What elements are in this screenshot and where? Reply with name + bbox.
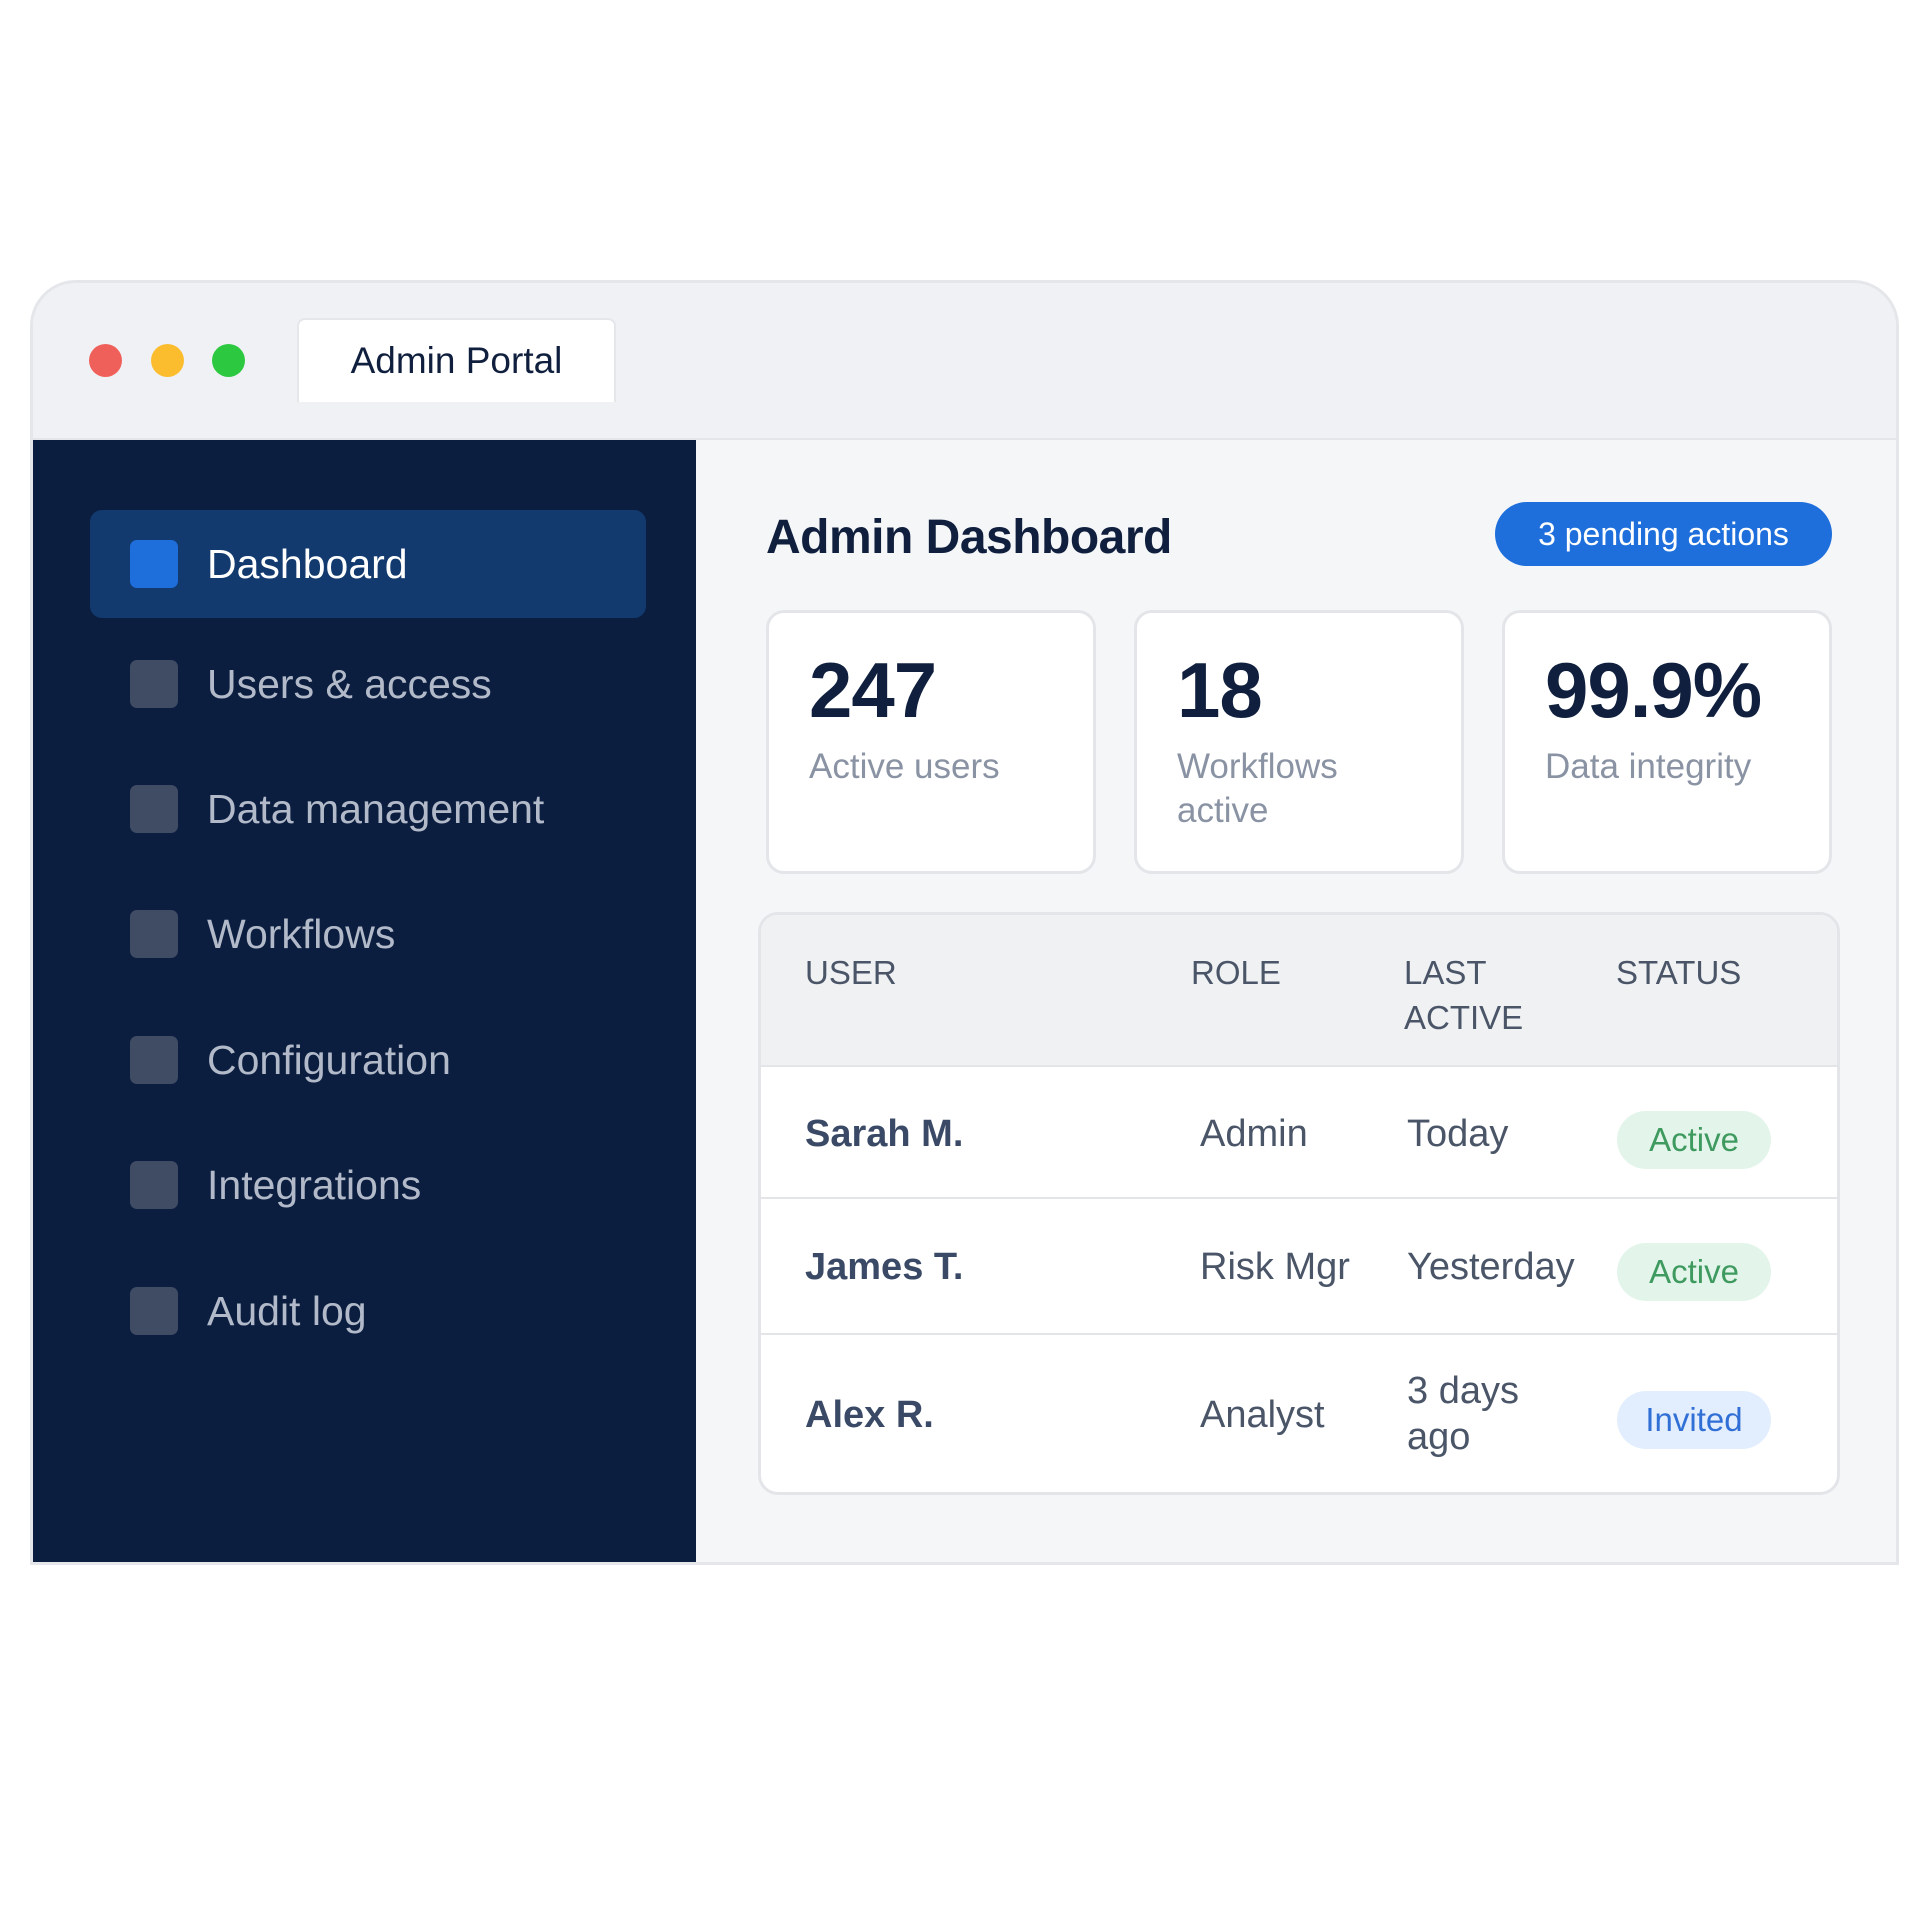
maximize-window-icon[interactable] [212,344,245,377]
dashboard-icon [130,540,178,588]
column-header-role[interactable]: ROLE [1191,951,1281,996]
cell-user: James T. [805,1246,964,1288]
integrations-icon [130,1161,178,1209]
stat-card-data-integrity: 99.9% Data integrity [1502,610,1832,874]
browser-window: Admin Portal Dashboard Users & access Da… [30,280,1899,1565]
stat-card-active-users: 247 Active users [766,610,1096,874]
page-title: Admin Dashboard [766,511,1172,564]
sidebar: Dashboard Users & access Data management… [33,440,696,1562]
column-header-user[interactable]: USER [805,951,897,996]
title-bar: Admin Portal [33,283,1896,438]
cell-last-active: 3 days ago [1407,1370,1519,1458]
cell-user: Alex R. [805,1394,934,1436]
sidebar-item-label: Configuration [207,1036,451,1083]
stat-label: Workflows active [1177,747,1338,830]
sidebar-item-users-access[interactable]: Users & access [90,630,646,738]
sidebar-item-label: Integrations [207,1161,422,1208]
stat-card-workflows-active: 18 Workflows active [1134,610,1464,874]
audit-log-icon [130,1287,178,1335]
workflows-icon [130,910,178,958]
data-icon [130,785,178,833]
column-header-status[interactable]: STATUS [1616,951,1741,996]
cell-user: Sarah M. [805,1113,964,1155]
status-badge: Active [1617,1111,1771,1169]
sidebar-item-label: Workflows [207,910,396,957]
stat-label: Data integrity [1545,747,1752,786]
sidebar-item-configuration[interactable]: Configuration [90,1006,646,1114]
tab-admin-portal[interactable]: Admin Portal [297,318,616,402]
cell-last-active: Yesterday [1407,1246,1575,1288]
close-window-icon[interactable] [89,344,122,377]
sidebar-item-integrations[interactable]: Integrations [90,1131,646,1239]
users-icon [130,660,178,708]
column-header-last-active[interactable]: LAST ACTIVE [1404,951,1534,1040]
sidebar-item-label: Dashboard [207,540,408,587]
sidebar-item-dashboard[interactable]: Dashboard [90,510,646,618]
sidebar-item-workflows[interactable]: Workflows [90,880,646,988]
table-header: USER ROLE LAST ACTIVE STATUS [761,915,1837,1067]
cell-role: Risk Mgr [1200,1246,1350,1288]
app-content: Dashboard Users & access Data management… [33,438,1896,1562]
main-panel: Admin Dashboard 3 pending actions 247 Ac… [696,440,1896,1562]
cell-role: Analyst [1200,1394,1325,1436]
sidebar-item-label: Users & access [207,660,492,707]
tab-label: Admin Portal [350,340,563,381]
sidebar-item-audit-log[interactable]: Audit log [90,1257,646,1365]
cell-role: Admin [1200,1113,1308,1155]
stat-value: 247 [809,646,937,734]
sidebar-item-label: Audit log [207,1287,367,1334]
stat-value: 99.9% [1545,646,1762,734]
table-row[interactable]: James T. Risk Mgr Yesterday Active [761,1199,1837,1335]
sidebar-item-label: Data management [207,785,545,832]
status-badge: Active [1617,1243,1771,1301]
users-table: USER ROLE LAST ACTIVE STATUS Sarah M. Ad… [758,912,1840,1495]
configuration-icon [130,1036,178,1084]
sidebar-item-data-management[interactable]: Data management [90,755,646,863]
table-row[interactable]: Sarah M. Admin Today Active [761,1067,1837,1199]
stat-value: 18 [1177,646,1263,734]
stat-label: Active users [809,747,1000,786]
cell-last-active: Today [1407,1113,1509,1155]
minimize-window-icon[interactable] [151,344,184,377]
table-row[interactable]: Alex R. Analyst 3 days ago Invited [761,1335,1837,1492]
pending-actions-button[interactable]: 3 pending actions [1495,502,1832,566]
status-badge: Invited [1617,1391,1771,1449]
